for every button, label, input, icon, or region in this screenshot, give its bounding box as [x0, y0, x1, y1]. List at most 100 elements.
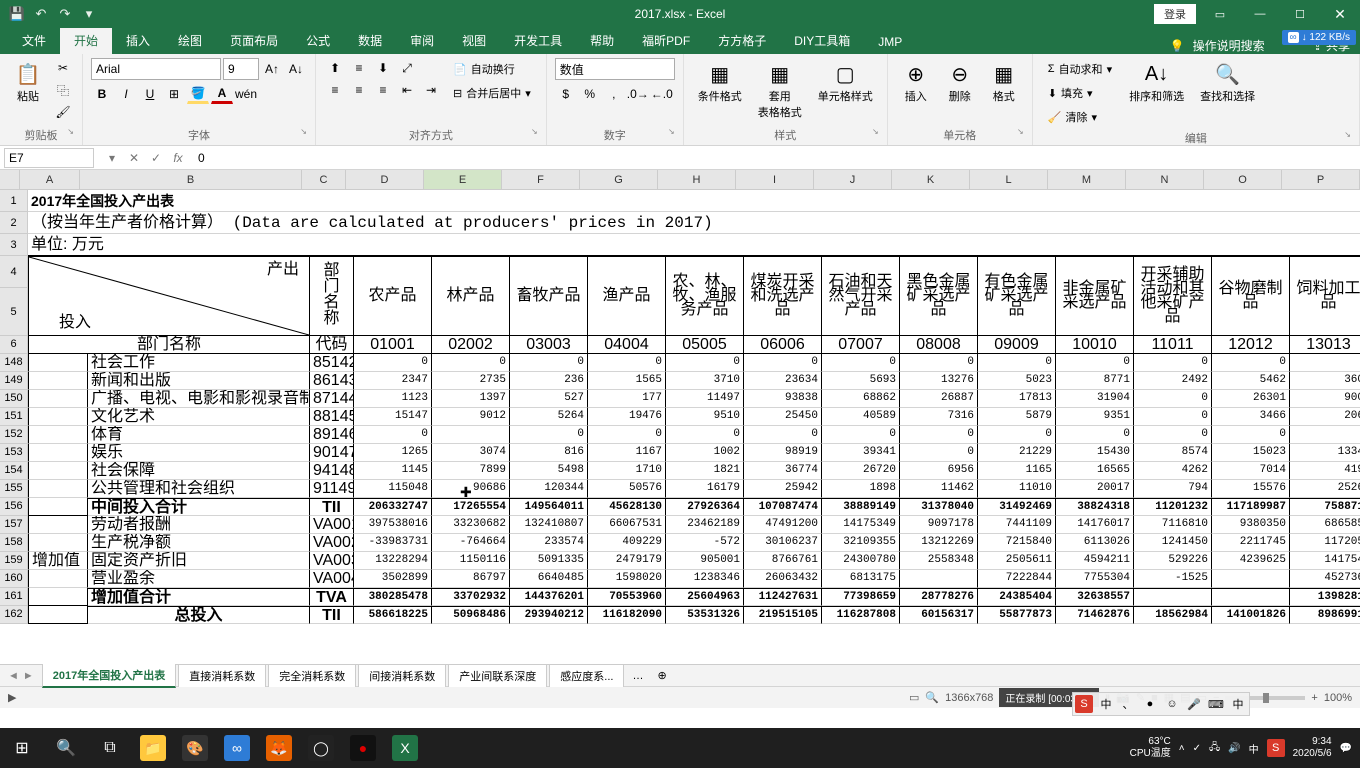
ime-mic-icon[interactable]: 🎤	[1185, 695, 1203, 713]
taskbar-app-obs[interactable]: ◯	[300, 728, 342, 768]
sheet-more-icon[interactable]: …	[626, 670, 649, 682]
cell[interactable]: 1238346	[666, 570, 744, 588]
cell[interactable]: 68862	[822, 390, 900, 408]
tab-home[interactable]: 开始	[60, 27, 112, 54]
cell[interactable]: 112427631	[744, 588, 822, 606]
cell[interactable]: 38889149	[822, 498, 900, 516]
cell[interactable]: 7215840	[978, 534, 1056, 552]
cell[interactable]: 141001826	[1212, 606, 1290, 624]
cell[interactable]: 50968486	[432, 606, 510, 624]
italic-icon[interactable]: I	[115, 84, 137, 104]
cell[interactable]	[1212, 588, 1290, 606]
tab-review[interactable]: 审阅	[396, 27, 448, 54]
cell[interactable]: 饲料加工品	[1290, 256, 1360, 336]
login-button[interactable]: 登录	[1154, 4, 1196, 24]
sheet-tab-1[interactable]: 直接消耗系数	[178, 664, 266, 687]
cell[interactable]	[1290, 426, 1360, 444]
select-all-corner[interactable]	[0, 170, 20, 189]
col-header-A[interactable]: A	[20, 170, 80, 189]
cell[interactable]: 19476	[588, 408, 666, 426]
cell[interactable]: 419	[1290, 462, 1360, 480]
tab-file[interactable]: 文件	[8, 27, 60, 54]
row-header[interactable]: 4	[0, 256, 28, 288]
cell[interactable]: 360	[1290, 372, 1360, 390]
cell[interactable]: TII	[310, 498, 354, 516]
cell[interactable]: 农、林、牧、渔服务产品	[666, 256, 744, 336]
cell[interactable]: 0	[510, 354, 588, 372]
clear-button[interactable]: 🧹 清除 ▾	[1041, 106, 1119, 128]
row-header[interactable]: 2	[0, 212, 28, 234]
cell[interactable]: 林产品	[432, 256, 510, 336]
cell[interactable]: 15023	[1212, 444, 1290, 462]
cell[interactable]: 77398659	[822, 588, 900, 606]
percent-icon[interactable]: %	[579, 84, 601, 104]
cell[interactable]: 117189987	[1212, 498, 1290, 516]
cell[interactable]: 0	[588, 426, 666, 444]
cell[interactable]: 10010	[1056, 336, 1134, 354]
cell[interactable]: 17813	[978, 390, 1056, 408]
row-header[interactable]: 162	[0, 606, 28, 624]
cell[interactable]: 13212269	[900, 534, 978, 552]
cell[interactable]: 0	[900, 426, 978, 444]
cell[interactable]: 单位: 万元	[28, 234, 1360, 256]
cell[interactable]: 206332747	[354, 498, 432, 516]
cell[interactable]: 2526	[1290, 480, 1360, 498]
col-header-O[interactable]: O	[1204, 170, 1282, 189]
cell[interactable]: 石油和天然气开采产品	[822, 256, 900, 336]
col-header-L[interactable]: L	[970, 170, 1048, 189]
cell[interactable]: 794	[1134, 480, 1212, 498]
cell[interactable]: 1145	[354, 462, 432, 480]
cell[interactable]: 4262	[1134, 462, 1212, 480]
cell[interactable]: 33230682	[432, 516, 510, 534]
orientation-icon[interactable]: ⤢	[396, 58, 418, 78]
indent-dec-icon[interactable]: ⇤	[396, 80, 418, 100]
insert-cells-button[interactable]: ⊕插入	[896, 58, 936, 106]
font-size-combo[interactable]: 9	[223, 58, 259, 80]
wrap-text-button[interactable]: 📄 自动换行	[446, 58, 538, 80]
cell[interactable]: 7316	[900, 408, 978, 426]
cell[interactable]: 3074	[432, 444, 510, 462]
cell[interactable]: 非金属矿采选产品	[1056, 256, 1134, 336]
row-header[interactable]: 6	[0, 336, 28, 354]
cell[interactable]	[28, 606, 88, 624]
format-painter-icon[interactable]: 🖌	[52, 102, 74, 122]
cell[interactable]: 93838	[744, 390, 822, 408]
cell[interactable]: 2017年全国投入产出表	[28, 190, 1360, 212]
cell[interactable]: 31492469	[978, 498, 1056, 516]
cell[interactable]	[28, 390, 88, 408]
cell[interactable]	[28, 498, 88, 516]
sort-filter-button[interactable]: A↓排序和筛选	[1123, 58, 1190, 106]
tab-ffgz[interactable]: 方方格子	[704, 27, 780, 54]
cell[interactable]: 增加值合计	[88, 588, 310, 606]
fill-button[interactable]: ⬇ 填充 ▾	[1041, 82, 1119, 104]
enter-icon[interactable]: ✓	[146, 148, 166, 168]
cell[interactable]: 谷物磨制品	[1212, 256, 1290, 336]
cell[interactable]: 9012	[432, 408, 510, 426]
align-bottom-icon[interactable]: ⬇	[372, 58, 394, 78]
cell[interactable]	[900, 570, 978, 588]
sheet-tab-4[interactable]: 产业间联系深度	[448, 664, 547, 687]
taskbar-app-baidu[interactable]: ∞	[216, 728, 258, 768]
cell[interactable]: 15430	[1056, 444, 1134, 462]
ime-circle-icon[interactable]: ●	[1141, 695, 1159, 713]
row-header[interactable]: 1	[0, 190, 28, 212]
row-header[interactable]: 161	[0, 588, 28, 606]
tell-me-input[interactable]: 操作说明搜索	[1193, 37, 1265, 54]
cell[interactable]: 26887	[900, 390, 978, 408]
cell[interactable]: 149564011	[510, 498, 588, 516]
cell[interactable]: 18562984	[1134, 606, 1212, 624]
cell[interactable]: 1397	[432, 390, 510, 408]
cell[interactable]: 206	[1290, 408, 1360, 426]
cell[interactable]: 50576	[588, 480, 666, 498]
cell[interactable]: 120344	[510, 480, 588, 498]
col-header-K[interactable]: K	[892, 170, 970, 189]
name-box[interactable]: E7	[4, 148, 94, 168]
cell[interactable]: 2347	[354, 372, 432, 390]
row-header[interactable]: 157	[0, 516, 28, 534]
cell[interactable]: 5462	[1212, 372, 1290, 390]
cell[interactable]: 05005	[666, 336, 744, 354]
macro-record-icon[interactable]: ▶	[0, 691, 24, 704]
cell[interactable]: 31904	[1056, 390, 1134, 408]
cancel-icon[interactable]: ✕	[124, 148, 144, 168]
undo-icon[interactable]: ↶	[32, 5, 50, 23]
